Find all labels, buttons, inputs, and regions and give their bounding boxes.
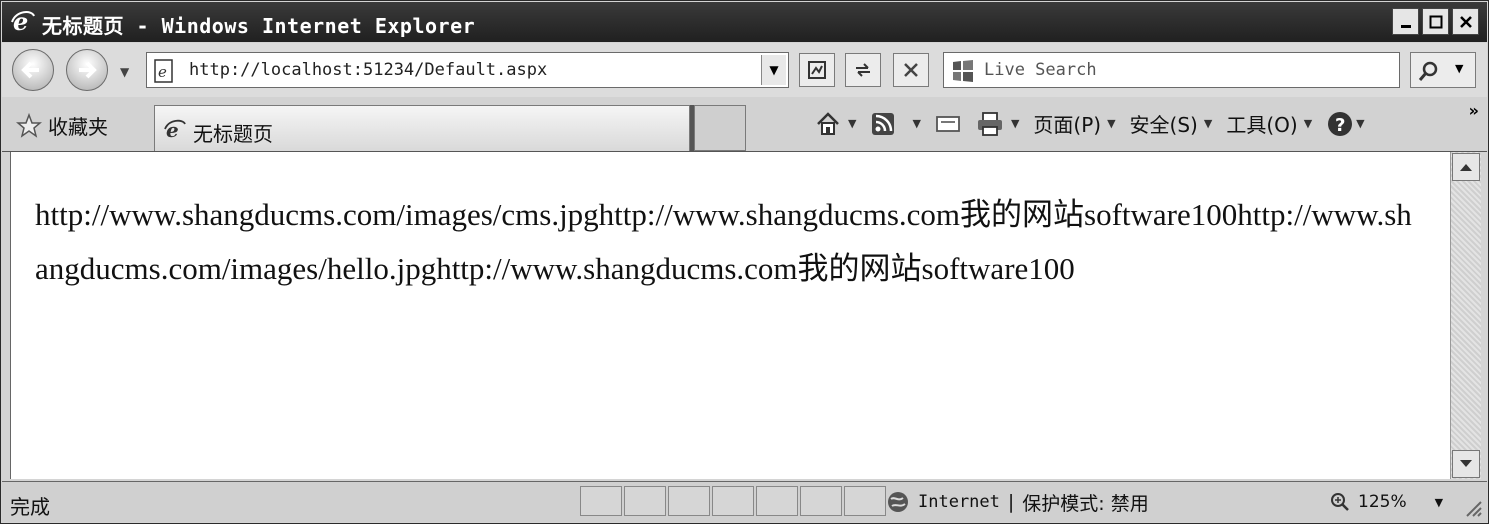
window-title: 无标题页 - Windows Internet Explorer (42, 14, 476, 38)
favorites-button[interactable]: 收藏夹 (16, 111, 108, 140)
tools-menu-label: 工具(O) (1226, 113, 1298, 137)
refresh-button[interactable] (845, 53, 881, 87)
status-pane (712, 486, 754, 516)
status-pane (844, 486, 886, 516)
search-placeholder: Live Search (984, 60, 1097, 80)
maximize-icon (1429, 15, 1442, 28)
chevron-down-icon: ▼ (1356, 117, 1365, 130)
forward-button[interactable] (66, 49, 108, 91)
stop-button[interactable] (893, 53, 929, 87)
address-url[interactable]: http://localhost:51234/Default.aspx (189, 60, 547, 80)
svg-text:?: ? (1335, 115, 1345, 136)
minimize-button[interactable] (1392, 8, 1419, 35)
status-pane (800, 486, 842, 516)
refresh-icon (856, 63, 870, 77)
compatibility-view-button[interactable] (799, 53, 835, 87)
browser-window: e 无标题页 - Windows Internet Explorer ▼ e h… (0, 0, 1489, 524)
search-box[interactable]: Live Search (943, 52, 1400, 88)
status-text: 完成 (10, 495, 50, 519)
tools-menu[interactable]: 工具(O) ▼ (1226, 109, 1312, 138)
page-menu[interactable]: 页面(P) ▼ (1033, 109, 1115, 138)
protected-mode-status: 保护模式: 禁用 (1022, 492, 1149, 515)
recent-pages-dropdown[interactable]: ▼ (120, 65, 129, 79)
safety-menu-label: 安全(S) (1129, 113, 1198, 137)
favorites-label: 收藏夹 (48, 115, 108, 139)
zone-name: Internet (918, 492, 1000, 512)
chevron-down-icon[interactable]: ▼ (1011, 117, 1019, 130)
compatibility-view-icon (808, 61, 826, 79)
read-mail-button[interactable] (935, 113, 961, 135)
chevron-down-icon[interactable]: ▼ (848, 117, 856, 130)
ie-tab-icon: e (164, 118, 186, 141)
search-icon (1418, 61, 1438, 81)
zoom-magnifier-icon (1331, 493, 1349, 511)
address-bar[interactable]: e http://localhost:51234/Default.aspx ▼ (146, 52, 789, 88)
scroll-down-arrow-icon (1460, 460, 1472, 467)
security-zone[interactable]: Internet | 保护模式: 禁用 (886, 487, 1149, 517)
chevron-down-icon[interactable]: ▼ (1435, 496, 1443, 509)
print-button[interactable]: ▼ (975, 110, 1019, 138)
chevron-down-icon: ▼ (1203, 117, 1213, 130)
toolbar-overflow-chevron[interactable]: » (1469, 101, 1479, 120)
status-pane (580, 486, 622, 516)
rss-feed-icon (872, 112, 895, 135)
forward-arrow-icon (79, 61, 97, 79)
help-icon: ? (1328, 111, 1353, 136)
zone-separator: | (1007, 491, 1015, 513)
chevron-down-icon: ▼ (1303, 117, 1313, 130)
home-button[interactable]: ▼ (814, 110, 856, 138)
printer-icon (977, 111, 1002, 136)
zoom-control[interactable]: 125% ▼ (1330, 487, 1443, 517)
status-pane (624, 486, 666, 516)
title-bar[interactable]: e 无标题页 - Windows Internet Explorer (2, 2, 1487, 42)
help-button[interactable]: ? ▼ (1326, 110, 1365, 138)
stop-icon (904, 63, 918, 77)
search-options-dropdown[interactable]: ▼ (1455, 62, 1463, 75)
vertical-scrollbar[interactable] (1450, 152, 1481, 479)
home-icon (817, 111, 839, 135)
chevron-down-icon: ▼ (1107, 117, 1116, 130)
status-pane (668, 486, 710, 516)
new-tab-button[interactable] (694, 105, 746, 151)
status-pane (756, 486, 798, 516)
back-arrow-icon (21, 61, 39, 79)
chevron-down-icon[interactable]: ▼ (912, 117, 920, 130)
svg-text:e: e (158, 63, 167, 81)
mail-icon (936, 115, 960, 132)
scroll-up-arrow-icon (1460, 164, 1472, 171)
page-content: http://www.shangducms.com/images/cms.jpg… (10, 152, 1451, 479)
live-search-logo-icon (953, 60, 973, 82)
minimize-icon (1400, 24, 1411, 28)
page-body-text: http://www.shangducms.com/images/cms.jpg… (35, 197, 1412, 286)
feeds-button[interactable]: ▼ (870, 111, 921, 137)
close-button[interactable] (1452, 8, 1479, 35)
search-button[interactable]: ▼ (1410, 52, 1476, 88)
page-icon: e (154, 59, 173, 83)
resize-grip-icon[interactable] (1463, 498, 1483, 518)
scroll-down-button[interactable] (1452, 450, 1480, 478)
ie-logo-icon: e (11, 8, 35, 34)
globe-icon (888, 492, 908, 512)
command-bar: 收藏夹 e 无标题页 ▼ ▼ ▼ 页面(P) ▼ 安全(S) ▼ 工具(O) ▼… (2, 97, 1487, 152)
scroll-up-button[interactable] (1452, 153, 1480, 181)
navigation-bar: ▼ e http://localhost:51234/Default.aspx … (2, 43, 1487, 97)
zoom-level: 125% (1358, 492, 1407, 512)
address-dropdown-button[interactable]: ▼ (761, 55, 786, 85)
page-menu-label: 页面(P) (1033, 113, 1102, 137)
tab-current-page[interactable]: e 无标题页 (154, 105, 690, 151)
tab-title: 无标题页 (193, 122, 273, 146)
close-icon (1459, 15, 1472, 28)
status-panes (580, 486, 888, 516)
back-button[interactable] (12, 49, 54, 91)
maximize-button[interactable] (1422, 8, 1449, 35)
status-bar: 完成 Internet | 保护模式: 禁用 125% ▼ (2, 481, 1487, 522)
star-icon (16, 112, 42, 138)
safety-menu[interactable]: 安全(S) ▼ (1130, 109, 1213, 138)
